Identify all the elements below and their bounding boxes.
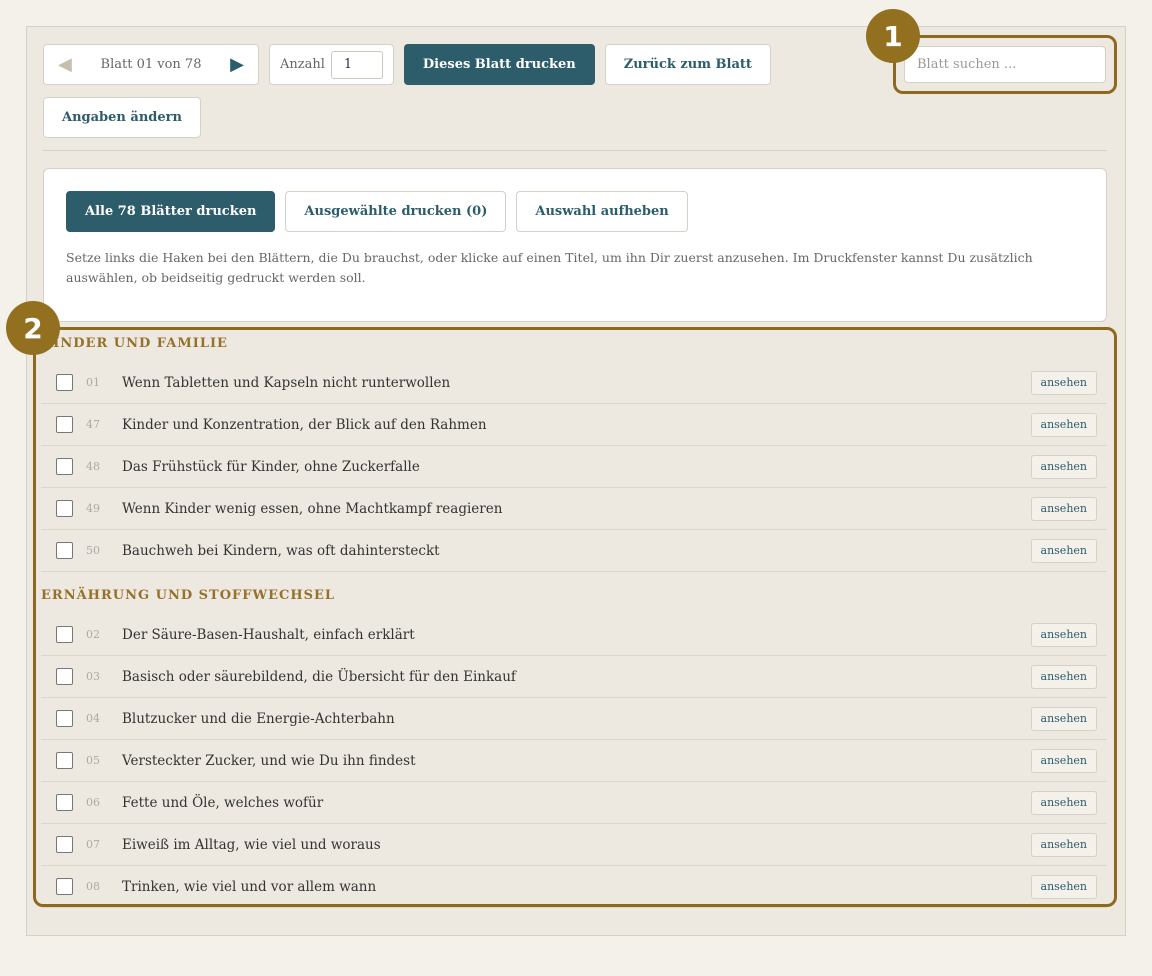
list-item: 49 Wenn Kinder wenig essen, ohne Machtka… — [41, 488, 1107, 530]
back-to-sheet-button[interactable]: Zurück zum Blatt — [604, 44, 771, 85]
sheet-number: 02 — [86, 628, 100, 641]
callout-badge-1: 1 — [866, 9, 920, 63]
arrow-right-icon[interactable]: ▶ — [230, 55, 244, 74]
help-text: Setze links die Haken bei den Blättern, … — [66, 250, 1033, 285]
sheet-checkbox[interactable] — [56, 374, 73, 391]
print-selected-button[interactable]: Ausgewählte drucken (0) — [285, 191, 507, 232]
sheet-number: 01 — [86, 376, 100, 389]
list-item: 01 Wenn Tabletten und Kapseln nicht runt… — [41, 362, 1107, 404]
sheet-title[interactable]: Versteckter Zucker, und wie Du ihn finde… — [122, 753, 1031, 769]
section-title: ERNÄHRUNG UND STOFFWECHSEL — [41, 588, 336, 603]
list-item: 06 Fette und Öle, welches wofür ansehen — [41, 782, 1107, 824]
view-button[interactable]: ansehen — [1030, 874, 1097, 899]
sheet-checkbox[interactable] — [56, 836, 73, 853]
sheet-checkbox[interactable] — [56, 458, 73, 475]
sheet-checkbox[interactable] — [56, 500, 73, 517]
view-button[interactable]: ansehen — [1030, 412, 1097, 437]
sheet-title[interactable]: Bauchweh bei Kindern, was oft dahinterst… — [122, 543, 1031, 559]
sheet-checkbox[interactable] — [56, 710, 73, 727]
list-item: 08 Trinken, wie viel und vor allem wann … — [41, 866, 1107, 908]
sheet-title[interactable]: Trinken, wie viel und vor allem wann — [122, 879, 1031, 895]
sheet-number: 05 — [86, 754, 100, 767]
sheet-checkbox[interactable] — [56, 794, 73, 811]
print-all-button[interactable]: Alle 78 Blätter drucken — [66, 191, 276, 232]
toolbar: ◀ Blatt 01 von 78 ▶ Anzahl Dieses Blatt … — [43, 44, 771, 85]
clear-selection-button[interactable]: Auswahl aufheben — [516, 191, 688, 232]
sheet-title[interactable]: Eiweiß im Alltag, wie viel und woraus — [122, 837, 1031, 853]
list-item: 04 Blutzucker und die Energie-Achterbahn… — [41, 698, 1107, 740]
list-item: 50 Bauchweh bei Kindern, was oft dahinte… — [41, 530, 1107, 572]
sheet-title[interactable]: Wenn Tabletten und Kapseln nicht runterw… — [122, 375, 1031, 391]
print-actions: Alle 78 Blätter drucken Ausgewählte druc… — [66, 191, 688, 232]
sheet-title[interactable]: Fette und Öle, welches wofür — [122, 795, 1031, 811]
view-button[interactable]: ansehen — [1030, 538, 1097, 563]
list-item: 03 Basisch oder säurebildend, die Übersi… — [41, 656, 1107, 698]
list-item: 07 Eiweiß im Alltag, wie viel und woraus… — [41, 824, 1107, 866]
sheet-number: 49 — [86, 502, 100, 515]
sheet-title[interactable]: Basisch oder säurebildend, die Übersicht… — [122, 669, 1031, 685]
list-item: 02 Der Säure-Basen-Haushalt, einfach erk… — [41, 614, 1107, 656]
sheet-number: 48 — [86, 460, 100, 473]
count-input[interactable] — [330, 50, 383, 79]
sheet-pager: ◀ Blatt 01 von 78 ▶ — [43, 44, 259, 85]
sheet-title[interactable]: Das Frühstück für Kinder, ohne Zuckerfal… — [122, 459, 1031, 475]
sheet-checkbox[interactable] — [56, 668, 73, 685]
arrow-left-icon[interactable]: ◀ — [58, 55, 72, 74]
print-sheet-button[interactable]: Dieses Blatt drucken — [403, 44, 595, 85]
sheet-number: 03 — [86, 670, 100, 683]
sheet-title[interactable]: Der Säure-Basen-Haushalt, einfach erklär… — [122, 627, 1031, 643]
sheet-number: 06 — [86, 796, 100, 809]
sheet-list: KINDER UND FAMILIE 01 Wenn Tabletten und… — [41, 332, 1107, 908]
sheet-checkbox[interactable] — [56, 752, 73, 769]
sheet-number: 08 — [86, 880, 100, 893]
sheet-number: 07 — [86, 838, 100, 851]
list-item: 48 Das Frühstück für Kinder, ohne Zucker… — [41, 446, 1107, 488]
divider — [43, 150, 1107, 151]
print-options-card: Alle 78 Blätter drucken Ausgewählte druc… — [43, 168, 1107, 322]
search-input[interactable] — [904, 46, 1106, 83]
list-item: 05 Versteckter Zucker, und wie Du ihn fi… — [41, 740, 1107, 782]
print-panel: ◀ Blatt 01 von 78 ▶ Anzahl Dieses Blatt … — [26, 26, 1126, 936]
sheet-number: 47 — [86, 418, 100, 431]
sheet-number: 04 — [86, 712, 100, 725]
sheet-number: 50 — [86, 544, 100, 557]
view-button[interactable]: ansehen — [1030, 370, 1097, 395]
view-button[interactable]: ansehen — [1030, 706, 1097, 731]
sheet-title[interactable]: Blutzucker und die Energie-Achterbahn — [122, 711, 1031, 727]
view-button[interactable]: ansehen — [1030, 664, 1097, 689]
sheet-checkbox[interactable] — [56, 626, 73, 643]
sheet-title[interactable]: Wenn Kinder wenig essen, ohne Machtkampf… — [122, 501, 1031, 517]
count-box: Anzahl — [269, 44, 394, 85]
section-title: KINDER UND FAMILIE — [41, 336, 228, 351]
view-button[interactable]: ansehen — [1030, 622, 1097, 647]
sheet-title[interactable]: Kinder und Konzentration, der Blick auf … — [122, 417, 1031, 433]
sheet-checkbox[interactable] — [56, 542, 73, 559]
view-button[interactable]: ansehen — [1030, 790, 1097, 815]
edit-details-button[interactable]: Angaben ändern — [43, 97, 201, 138]
callout-badge-2: 2 — [6, 301, 60, 355]
view-button[interactable]: ansehen — [1030, 454, 1097, 479]
sheet-checkbox[interactable] — [56, 878, 73, 895]
pager-label: Blatt 01 von 78 — [100, 57, 202, 72]
list-item: 47 Kinder und Konzentration, der Blick a… — [41, 404, 1107, 446]
view-button[interactable]: ansehen — [1030, 496, 1097, 521]
sheet-checkbox[interactable] — [56, 416, 73, 433]
view-button[interactable]: ansehen — [1030, 748, 1097, 773]
count-label: Anzahl — [280, 57, 325, 72]
view-button[interactable]: ansehen — [1030, 832, 1097, 857]
